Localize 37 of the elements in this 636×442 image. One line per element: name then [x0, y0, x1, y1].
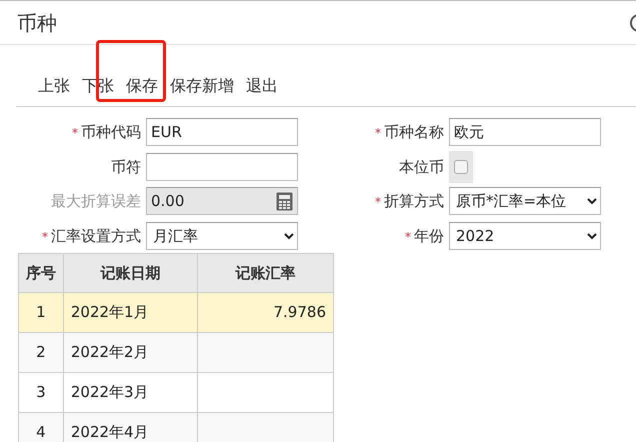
required-mark: *	[375, 126, 381, 140]
toolbar-button[interactable]: 上张	[38, 74, 70, 98]
input-field[interactable]: 欧元	[449, 118, 601, 146]
table-cell: 2022年1月	[63, 292, 198, 332]
input-field: 0.00	[146, 187, 298, 216]
table-cell: 1	[18, 292, 64, 332]
field-label: 币种名称	[384, 123, 444, 141]
column-header: 记账汇率	[198, 254, 334, 292]
input-field[interactable]: EUR	[146, 118, 298, 146]
field-label: 币种代码	[81, 123, 141, 141]
field-label: 最大折算误差	[51, 192, 141, 210]
window-title: 币种	[17, 10, 57, 36]
table-cell: 2	[18, 332, 64, 372]
select-field[interactable]: 2022	[449, 222, 601, 250]
required-mark: *	[405, 230, 411, 244]
select-field[interactable]: 原币*汇率=本位	[449, 187, 601, 216]
table-cell: 2022年2月	[63, 332, 198, 372]
field-label: 币符	[111, 158, 141, 176]
input-field[interactable]	[146, 152, 298, 181]
column-header: 记账日期	[63, 254, 198, 292]
table-cell: 7.9786	[198, 292, 334, 332]
toolbar-button[interactable]: 保存新增	[170, 74, 234, 98]
toolbar-button[interactable]: 下张	[82, 74, 114, 98]
field-label: 汇率设置方式	[51, 226, 141, 244]
required-mark: *	[72, 126, 78, 140]
field-label: 本位币	[399, 158, 444, 176]
required-mark: *	[375, 195, 381, 209]
required-mark: *	[42, 230, 48, 244]
select-field[interactable]: 月汇率	[146, 222, 298, 250]
help-icon[interactable]	[628, 12, 636, 34]
table-cell: 2022年4月	[63, 412, 198, 442]
toolbar-button[interactable]: 保存	[126, 74, 158, 98]
table-cell: 4	[18, 412, 64, 442]
field-label: 折算方式	[384, 192, 444, 210]
field-label: 年份	[414, 226, 444, 244]
toolbar-button[interactable]: 退出	[246, 74, 278, 98]
column-header: 序号	[18, 254, 64, 292]
